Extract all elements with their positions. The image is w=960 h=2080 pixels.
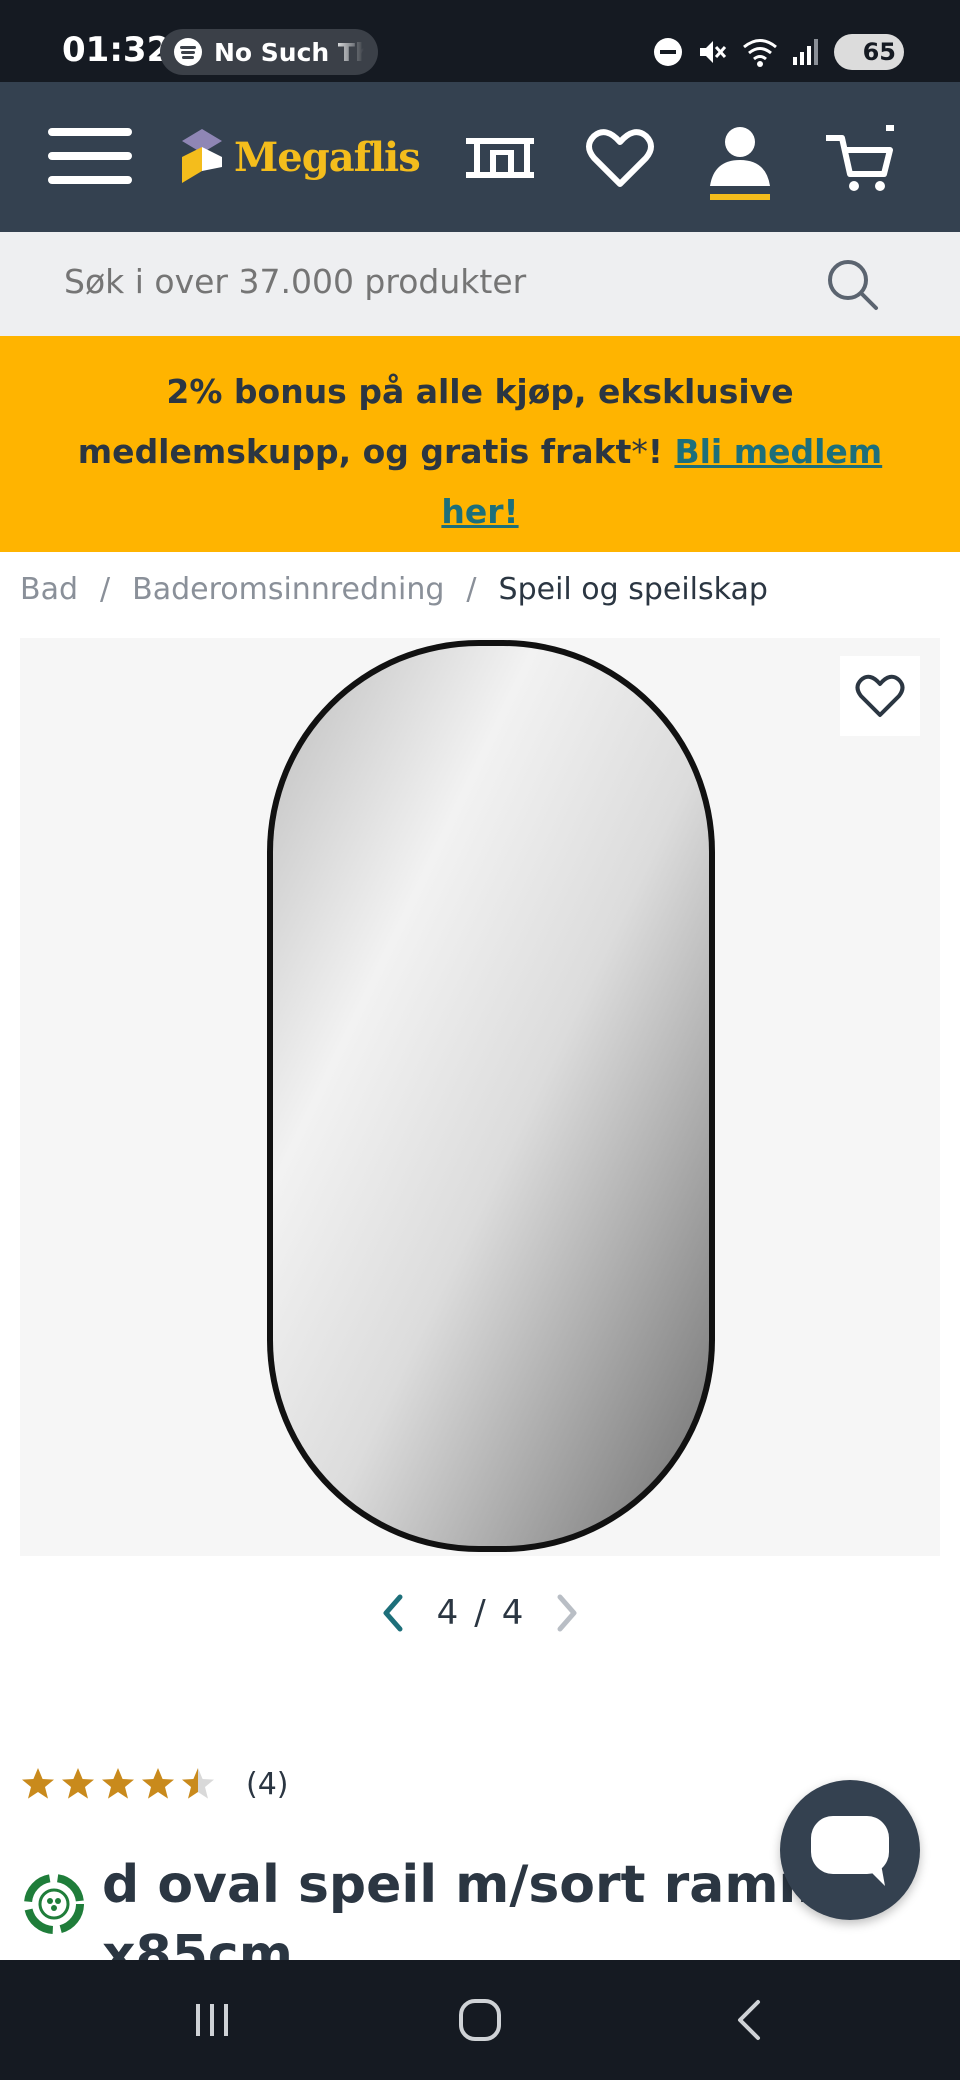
gallery-counter: 4 / 4 (437, 1593, 524, 1633)
spotify-icon (174, 38, 202, 66)
rating-stars (20, 1766, 216, 1802)
media-text: No Such Th (214, 38, 364, 67)
logo[interactable]: Megaflis (178, 122, 421, 192)
gallery-pager: 4 / 4 (380, 1588, 580, 1638)
rating-count: (4) (246, 1766, 289, 1802)
android-nav-bar (0, 1960, 960, 2080)
star-icon (22, 1768, 54, 1799)
add-to-favorites-button[interactable] (840, 656, 920, 736)
chevron-right-icon[interactable] (556, 1593, 580, 1633)
star-icon (182, 1768, 214, 1799)
home-button[interactable] (420, 1960, 540, 2080)
chevron-left-icon[interactable] (380, 1593, 404, 1633)
back-icon (738, 2000, 760, 2040)
home-icon (459, 1999, 501, 2041)
heart-outline-icon (855, 674, 905, 717)
system-icons: 65 (654, 30, 904, 74)
promo-exclaim: ! (647, 432, 675, 471)
logo-text: Megaflis (234, 133, 421, 181)
do-not-disturb-icon (654, 38, 682, 66)
site-header: Megaflis (0, 82, 960, 232)
breadcrumb-separator: / (466, 572, 477, 607)
status-time: 01:32 (62, 30, 171, 70)
recent-apps-icon (196, 2004, 228, 2036)
chat-bubble-icon (811, 1816, 889, 1886)
search-icon[interactable] (826, 258, 880, 312)
search-bar (0, 232, 960, 336)
battery-indicator: 65 (834, 34, 904, 70)
user-icon[interactable] (700, 124, 780, 194)
search-input[interactable] (64, 262, 764, 301)
cart-icon[interactable] (820, 124, 900, 194)
signal-icon (793, 39, 818, 65)
star-icon (62, 1768, 94, 1799)
recent-apps-button[interactable] (152, 1960, 272, 2080)
promo-asterisk: * (631, 432, 648, 471)
star-icon (142, 1768, 174, 1799)
logo-mark-icon (182, 129, 222, 183)
gallery-current: 4 (436, 1593, 459, 1633)
gallery-separator: / (474, 1593, 486, 1633)
promo-text: 2% bonus på alle kjøp, eksklusive medlem… (60, 362, 900, 542)
gallery-total: 4 (501, 1593, 524, 1633)
back-button[interactable] (690, 1960, 810, 2080)
status-bar: 01:32 No Such Th 65 (0, 0, 960, 82)
chat-button[interactable] (780, 1780, 920, 1920)
heart-icon[interactable] (580, 124, 660, 194)
user-active-indicator (710, 194, 770, 200)
product-rating[interactable]: (4) (20, 1766, 289, 1802)
store-icon[interactable] (460, 124, 540, 194)
eco-badge-icon (24, 1874, 84, 1934)
menu-icon[interactable] (48, 128, 132, 184)
breadcrumb: Bad / Baderomsinnredning / Speil og spei… (20, 572, 768, 607)
membership-promo-banner: 2% bonus på alle kjøp, eksklusive medlem… (0, 336, 960, 552)
product-image[interactable] (20, 638, 940, 1556)
oval-mirror-image (267, 640, 715, 1552)
wifi-icon (743, 39, 777, 67)
breadcrumb-separator: / (100, 572, 111, 607)
breadcrumb-item-bad[interactable]: Bad (20, 572, 78, 607)
battery-level: 65 (862, 38, 896, 66)
star-icon (102, 1768, 134, 1799)
media-pill[interactable]: No Such Th (160, 29, 378, 75)
mute-icon (700, 41, 727, 63)
product-title: d oval speil m/sort ramme (102, 1855, 868, 1915)
breadcrumb-item-current[interactable]: Speil og speilskap (499, 572, 768, 607)
breadcrumb-item-baderomsinnredning[interactable]: Baderomsinnredning (132, 572, 444, 607)
